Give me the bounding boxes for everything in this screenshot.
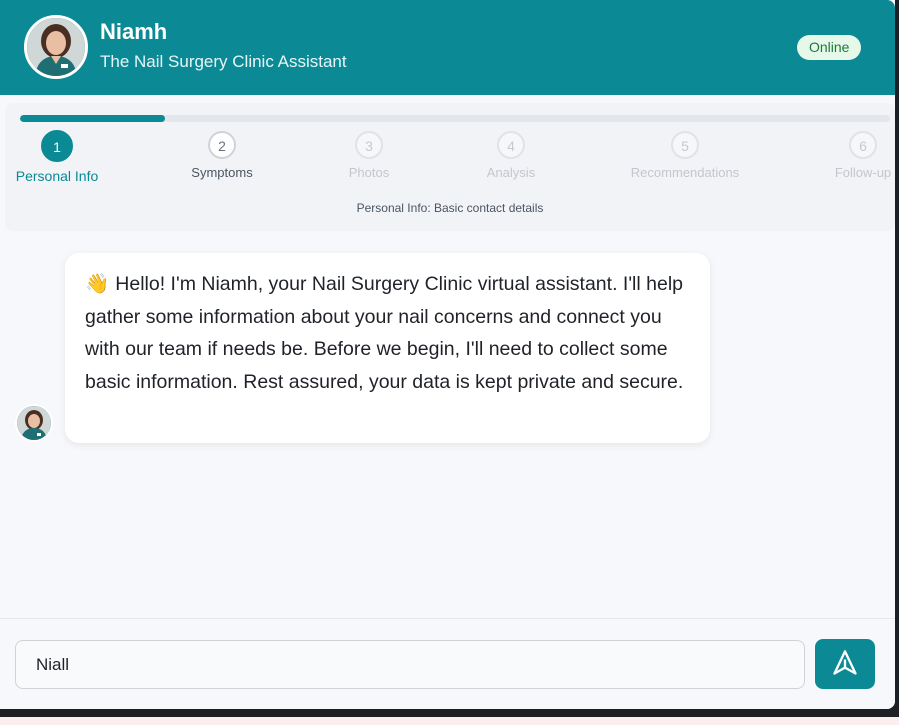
send-icon — [831, 649, 859, 680]
step-number: 1 — [41, 130, 73, 162]
step-number: 4 — [497, 131, 525, 159]
step-analysis[interactable]: 4 Analysis — [451, 131, 571, 180]
step-personal-info[interactable]: 1 Personal Info — [0, 130, 117, 184]
assistant-avatar — [24, 15, 88, 79]
waving-hand-icon: 👋 — [85, 273, 110, 295]
assistant-message-bubble: 👋 Hello! I'm Niamh, your Nail Surgery Cli… — [65, 253, 710, 443]
step-label: Recommendations — [630, 165, 740, 180]
progress-stepper: 1 Personal Info 2 Symptoms 3 Photos 4 An… — [5, 103, 895, 231]
step-number: 5 — [671, 131, 699, 159]
composer-bar — [0, 618, 895, 709]
step-label: Personal Info — [15, 168, 99, 184]
step-symptoms[interactable]: 2 Symptoms — [162, 131, 282, 180]
step-description: Personal Info: Basic contact details — [356, 201, 544, 215]
step-recommendations[interactable]: 5 Recommendations — [625, 131, 745, 180]
message-input[interactable] — [15, 640, 805, 689]
progress-bar — [20, 115, 890, 122]
step-number: 3 — [355, 131, 383, 159]
step-number: 2 — [208, 131, 236, 159]
chat-header: Niamh The Nail Surgery Clinic Assistant … — [0, 0, 895, 95]
assistant-subtitle: The Nail Surgery Clinic Assistant — [100, 52, 347, 71]
status-badge: Online — [797, 35, 862, 60]
step-label: Analysis — [486, 165, 536, 180]
message-text: Hello! I'm Niamh, your Nail Surgery Clin… — [85, 273, 684, 393]
progress-bar-fill — [20, 115, 166, 122]
message-avatar — [17, 406, 51, 440]
step-number: 6 — [849, 131, 877, 159]
step-label: Symptoms — [191, 165, 253, 180]
assistant-name: Niamh — [100, 19, 168, 44]
send-button[interactable] — [815, 639, 875, 689]
chat-app: Niamh The Nail Surgery Clinic Assistant … — [0, 0, 895, 709]
step-follow-up[interactable]: 6 Follow-up — [803, 131, 895, 180]
step-label: Follow-up — [834, 165, 892, 180]
step-label: Photos — [348, 165, 390, 180]
step-photos[interactable]: 3 Photos — [309, 131, 429, 180]
